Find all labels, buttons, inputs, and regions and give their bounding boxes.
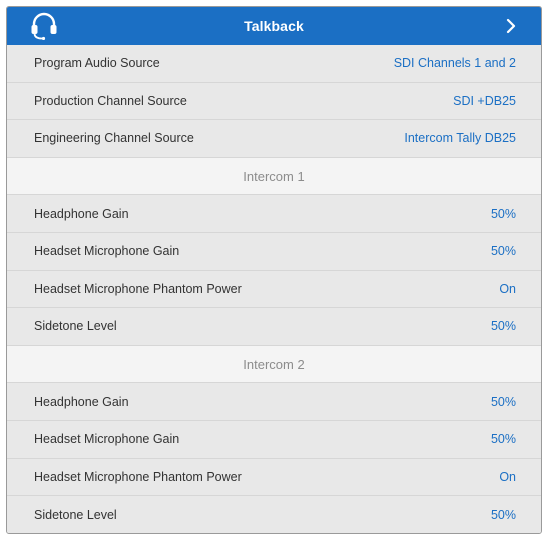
settings-list: Program Audio Source SDI Channels 1 and … xyxy=(7,45,541,533)
setting-label: Production Channel Source xyxy=(34,93,187,108)
setting-label: Headset Microphone Gain xyxy=(34,432,180,447)
intercom1-headset-mic-gain-row[interactable]: Headset Microphone Gain 50% xyxy=(7,232,541,271)
setting-value[interactable]: On xyxy=(499,282,516,296)
setting-label: Headphone Gain xyxy=(34,206,129,221)
setting-row-engineering-channel-source[interactable]: Engineering Channel Source Intercom Tall… xyxy=(7,120,541,158)
setting-value[interactable]: 50% xyxy=(491,508,516,522)
setting-value[interactable]: 50% xyxy=(491,319,516,333)
section-header-intercom-1: Intercom 1 xyxy=(7,157,541,196)
setting-row-program-audio-source[interactable]: Program Audio Source SDI Channels 1 and … xyxy=(7,45,541,83)
setting-label: Headset Microphone Phantom Power xyxy=(34,281,242,296)
intercom1-sidetone-level-row[interactable]: Sidetone Level 50% xyxy=(7,308,541,346)
intercom2-sidetone-level-row[interactable]: Sidetone Level 50% xyxy=(7,496,541,533)
setting-value[interactable]: On xyxy=(499,470,516,484)
setting-value[interactable]: SDI +DB25 xyxy=(453,94,516,108)
setting-label: Program Audio Source xyxy=(34,56,160,71)
chevron-right-icon[interactable] xyxy=(505,18,517,34)
setting-row-production-channel-source[interactable]: Production Channel Source SDI +DB25 xyxy=(7,82,541,121)
setting-value[interactable]: Intercom Tally DB25 xyxy=(404,131,516,145)
setting-value[interactable]: 50% xyxy=(491,244,516,258)
section-header-intercom-2: Intercom 2 xyxy=(7,345,541,384)
setting-value[interactable]: 50% xyxy=(491,432,516,446)
intercom1-phantom-power-row[interactable]: Headset Microphone Phantom Power On xyxy=(7,270,541,309)
setting-label: Headphone Gain xyxy=(34,394,129,409)
intercom2-phantom-power-row[interactable]: Headset Microphone Phantom Power On xyxy=(7,458,541,497)
intercom1-headphone-gain-row[interactable]: Headphone Gain 50% xyxy=(7,195,541,233)
intercom2-headset-mic-gain-row[interactable]: Headset Microphone Gain 50% xyxy=(7,420,541,459)
setting-label: Headset Microphone Phantom Power xyxy=(34,469,242,484)
setting-value[interactable]: 50% xyxy=(491,207,516,221)
panel-title: Talkback xyxy=(244,18,304,34)
setting-label: Engineering Channel Source xyxy=(34,131,194,146)
setting-value[interactable]: SDI Channels 1 and 2 xyxy=(394,56,516,70)
intercom2-headphone-gain-row[interactable]: Headphone Gain 50% xyxy=(7,383,541,421)
panel-header: Talkback xyxy=(7,7,541,45)
setting-label: Headset Microphone Gain xyxy=(34,244,180,259)
setting-label: Sidetone Level xyxy=(34,319,117,334)
setting-value[interactable]: 50% xyxy=(491,395,516,409)
headset-icon xyxy=(31,12,57,40)
talkback-panel: Talkback Program Audio Source SDI Channe… xyxy=(6,6,542,534)
setting-label: Sidetone Level xyxy=(34,507,117,522)
